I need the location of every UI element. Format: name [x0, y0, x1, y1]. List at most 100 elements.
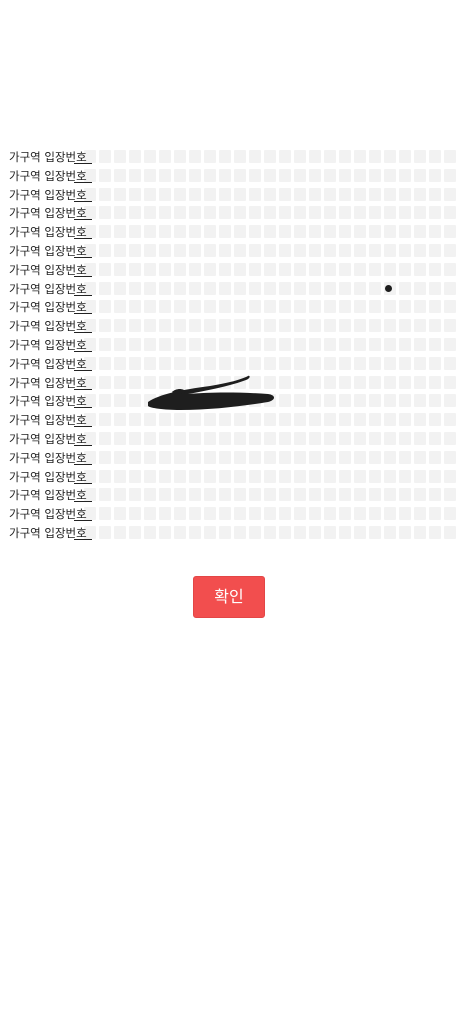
seat[interactable]	[129, 413, 141, 427]
seat[interactable]	[234, 281, 246, 295]
seat[interactable]	[99, 356, 111, 370]
seat[interactable]	[264, 262, 276, 276]
seat[interactable]	[204, 450, 216, 464]
seat[interactable]	[354, 168, 366, 182]
seat[interactable]	[144, 469, 156, 483]
seat[interactable]	[264, 488, 276, 502]
seat[interactable]	[129, 150, 141, 163]
seat[interactable]	[264, 375, 276, 389]
seat[interactable]	[399, 319, 411, 333]
seat[interactable]	[234, 375, 246, 389]
seat[interactable]	[399, 281, 411, 295]
seat[interactable]	[249, 488, 261, 502]
seat[interactable]	[249, 525, 261, 539]
seat[interactable]	[414, 206, 426, 220]
seat[interactable]	[309, 356, 321, 370]
seat[interactable]	[429, 431, 441, 445]
seat[interactable]	[339, 225, 351, 239]
seat[interactable]	[234, 168, 246, 182]
seat[interactable]	[234, 319, 246, 333]
seat[interactable]	[354, 431, 366, 445]
seat[interactable]	[324, 431, 336, 445]
seat[interactable]	[129, 319, 141, 333]
seat[interactable]	[114, 450, 126, 464]
seat[interactable]	[114, 394, 126, 408]
seat[interactable]	[129, 168, 141, 182]
seat[interactable]	[189, 243, 201, 257]
seat[interactable]	[339, 450, 351, 464]
seat[interactable]	[129, 262, 141, 276]
seat[interactable]	[204, 356, 216, 370]
seat[interactable]	[144, 337, 156, 351]
seat[interactable]	[129, 431, 141, 445]
seat[interactable]	[324, 206, 336, 220]
seat[interactable]	[414, 450, 426, 464]
seat[interactable]	[414, 150, 426, 163]
seat[interactable]	[129, 206, 141, 220]
seat[interactable]	[354, 413, 366, 427]
seat[interactable]	[279, 356, 291, 370]
seat[interactable]	[114, 337, 126, 351]
seat[interactable]	[99, 187, 111, 201]
seat[interactable]	[219, 206, 231, 220]
seat[interactable]	[159, 431, 171, 445]
seat[interactable]	[309, 394, 321, 408]
seat[interactable]	[399, 300, 411, 314]
seat[interactable]	[369, 187, 381, 201]
seat[interactable]	[369, 525, 381, 539]
seat[interactable]	[264, 525, 276, 539]
seat[interactable]	[189, 206, 201, 220]
seat[interactable]	[399, 337, 411, 351]
seat[interactable]	[279, 300, 291, 314]
seat[interactable]	[249, 281, 261, 295]
seat[interactable]	[429, 450, 441, 464]
seat[interactable]	[354, 225, 366, 239]
seat[interactable]	[234, 413, 246, 427]
seat[interactable]	[99, 525, 111, 539]
seat[interactable]	[384, 150, 396, 163]
seat[interactable]	[339, 525, 351, 539]
seat[interactable]	[174, 168, 186, 182]
seat[interactable]	[369, 488, 381, 502]
seat[interactable]	[309, 300, 321, 314]
seat[interactable]	[294, 431, 306, 445]
seat[interactable]	[309, 319, 321, 333]
seat[interactable]	[174, 206, 186, 220]
seat[interactable]	[429, 413, 441, 427]
seat[interactable]	[114, 262, 126, 276]
seat[interactable]	[204, 469, 216, 483]
seat[interactable]	[264, 150, 276, 163]
seat[interactable]	[309, 450, 321, 464]
seat[interactable]	[294, 243, 306, 257]
seat[interactable]	[279, 319, 291, 333]
seat[interactable]	[159, 450, 171, 464]
seat[interactable]	[189, 337, 201, 351]
seat[interactable]	[339, 375, 351, 389]
seat[interactable]	[189, 469, 201, 483]
seat[interactable]	[414, 488, 426, 502]
seat[interactable]	[264, 507, 276, 521]
seat[interactable]	[204, 413, 216, 427]
seat[interactable]	[444, 469, 456, 483]
seat[interactable]	[99, 394, 111, 408]
seat[interactable]	[99, 507, 111, 521]
seat[interactable]	[414, 243, 426, 257]
seat[interactable]	[174, 507, 186, 521]
seat[interactable]	[279, 431, 291, 445]
seat[interactable]	[354, 337, 366, 351]
seat[interactable]	[174, 225, 186, 239]
seat[interactable]	[204, 243, 216, 257]
seat[interactable]	[354, 488, 366, 502]
seat[interactable]	[234, 356, 246, 370]
seat[interactable]	[189, 150, 201, 163]
seat[interactable]	[114, 243, 126, 257]
seat[interactable]	[369, 469, 381, 483]
seat[interactable]	[429, 187, 441, 201]
seat[interactable]	[369, 225, 381, 239]
seat[interactable]	[234, 394, 246, 408]
seat[interactable]	[279, 262, 291, 276]
seat[interactable]	[429, 300, 441, 314]
seat[interactable]	[369, 507, 381, 521]
seat[interactable]	[279, 525, 291, 539]
seat[interactable]	[429, 375, 441, 389]
